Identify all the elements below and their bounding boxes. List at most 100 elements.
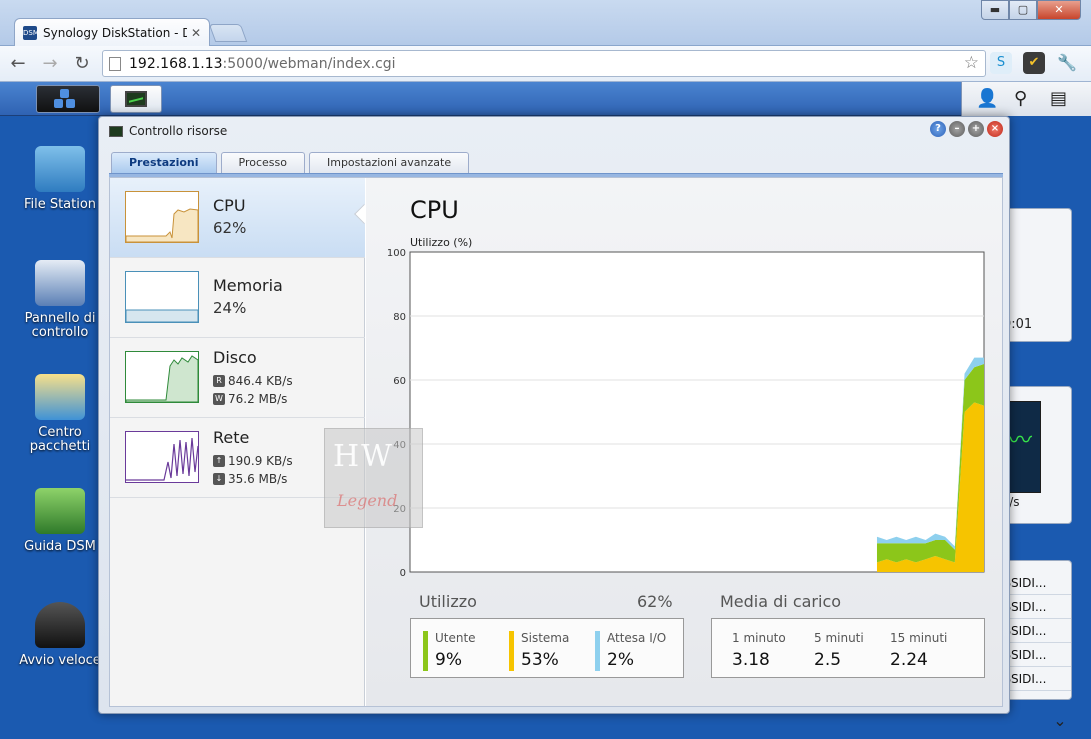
network-thumbnail-chart (125, 431, 199, 483)
desktop-icon-file-station[interactable]: File Station (8, 146, 112, 212)
window-title: Controllo risorse (129, 124, 228, 138)
maximize-icon[interactable]: + (968, 121, 984, 137)
load-15-label: 15 minuti (890, 631, 948, 645)
usage-heading: Utilizzo (419, 592, 477, 611)
browser-tab[interactable]: DSM Synology DiskStation - Dis ✕ (14, 18, 210, 46)
upload-arrow-icon: ↑ (213, 455, 225, 467)
dsm-taskbar-tray: 👤 ⚲ ▤ (961, 82, 1091, 116)
bookmark-star-icon[interactable]: ☆ (964, 53, 979, 73)
usage-breakdown-box: Utente 9% Sistema 53% Attesa I/O 2% (410, 618, 684, 678)
network-upload-value: 190.9 KB/s (228, 454, 293, 468)
read-badge-icon: R (213, 375, 225, 387)
url-host: 192.168.1.13 (129, 55, 223, 72)
sidebar-item-cpu[interactable]: CPU 62% (110, 178, 365, 258)
address-bar[interactable]: 192.168.1.13:5000/webman/index.cgi ☆ (102, 50, 986, 77)
search-icon[interactable]: ⚲ (1014, 88, 1027, 109)
attesa-io-label: Attesa I/O (607, 631, 667, 645)
oscilloscope-icon (1005, 401, 1041, 493)
load-15-value: 2.24 (890, 650, 928, 670)
y-tick-label: 80 (393, 312, 406, 323)
performance-panel: CPU 62% Memoria 24% Disco R 846.4 KB/s W… (109, 177, 1003, 707)
control-panel-icon (35, 260, 85, 306)
cpu-title: CPU (410, 196, 459, 224)
window-titlebar[interactable]: Controllo risorse (109, 122, 227, 140)
reload-icon[interactable]: ↻ (68, 50, 96, 78)
y-tick-label: 60 (393, 376, 406, 387)
main-menu-grid-icon (54, 99, 63, 108)
watermark-line2: Legend (337, 491, 398, 510)
resource-monitor-window: Controllo risorse ? – + × Prestazioni Pr… (98, 116, 1010, 714)
tab-processo[interactable]: Processo (220, 152, 305, 173)
sistema-color-bar (509, 631, 514, 671)
skype-extension-icon[interactable]: S (990, 52, 1012, 74)
window-tabs: Prestazioni Processo Impostazioni avanza… (111, 152, 470, 174)
usage-total: 62% (637, 592, 673, 611)
close-icon[interactable]: × (987, 121, 1003, 137)
tab-impostazioni-avanzate[interactable]: Impostazioni avanzate (308, 152, 470, 173)
cpu-usage-chart: Utilizzo (%)020406080100 (387, 236, 985, 579)
cpu-sparkline (126, 208, 198, 242)
forward-arrow-icon[interactable]: → (36, 50, 64, 78)
window-maximize-button[interactable]: ▢ (1009, 0, 1037, 20)
network-download: ↓ 35.6 MB/s (213, 472, 287, 486)
memory-value: 24% (213, 299, 247, 317)
tab-prestazioni[interactable]: Prestazioni (111, 152, 217, 174)
cpu-label: CPU (213, 196, 246, 215)
utente-value: 9% (435, 650, 462, 670)
sidebar-item-memoria[interactable]: Memoria 24% (110, 258, 365, 338)
folder-search-icon (35, 146, 85, 192)
cpu-thumbnail-chart (125, 191, 199, 243)
utente-label: Utente (435, 631, 476, 645)
memory-sparkline (126, 309, 198, 322)
resource-monitor-taskbar-button[interactable] (110, 85, 162, 113)
help-icon[interactable]: ? (930, 121, 946, 137)
utente-color-bar (423, 631, 428, 671)
extension-icon[interactable]: ✔ (1023, 52, 1045, 74)
clock-widget: 9:01 (1000, 208, 1072, 342)
desktop-icon-quick-start[interactable]: Avvio veloce (8, 602, 112, 668)
window-minimize-button[interactable]: ▬ (981, 0, 1009, 20)
network-upload: ↑ 190.9 KB/s (213, 454, 293, 468)
widget-row: BSIDI... (1001, 643, 1071, 667)
widgets-icon[interactable]: ▤ (1050, 88, 1067, 109)
browser-titlebar: DSM Synology DiskStation - Dis ✕ ▬ ▢ ✕ (0, 0, 1091, 46)
desktop-icon-package-center[interactable]: Centro pacchetti (8, 374, 112, 454)
watermark-logo: HW Legend (324, 428, 423, 528)
help-book-icon (35, 488, 85, 534)
y-tick-label: 100 (387, 248, 406, 259)
widget-row: BSIDI... (1001, 571, 1071, 595)
wrench-menu-icon[interactable]: 🔧 (1056, 52, 1078, 74)
load-1-value: 3.18 (732, 650, 770, 670)
load-heading: Media di carico (720, 592, 842, 611)
back-arrow-icon[interactable]: ← (4, 50, 32, 78)
sidebar-item-disco[interactable]: Disco R 846.4 KB/s W 76.2 MB/s (110, 338, 365, 418)
load-1-label: 1 minuto (732, 631, 786, 645)
main-menu-grid-icon (66, 99, 75, 108)
disk-sparkline (126, 355, 198, 402)
memory-label: Memoria (213, 276, 283, 295)
minimize-icon[interactable]: – (949, 121, 965, 137)
tab-close-icon[interactable]: ✕ (191, 26, 201, 40)
window-close-button[interactable]: ✕ (1037, 0, 1081, 20)
connections-widget: BSIDI... BSIDI... BSIDI... BSIDI... BSID… (1000, 560, 1072, 700)
network-label: Rete (213, 428, 250, 447)
new-tab-button[interactable] (208, 24, 248, 42)
attesa-io-value: 2% (607, 650, 634, 670)
download-arrow-icon: ↓ (213, 473, 225, 485)
magic-hat-icon (35, 602, 85, 648)
network-download-value: 35.6 MB/s (228, 472, 288, 486)
disk-read-value: 846.4 KB/s (228, 374, 293, 388)
memory-thumbnail-chart (125, 271, 199, 323)
plot-area (409, 251, 985, 573)
desktop-icon-control-panel[interactable]: Pannello di controllo (8, 260, 112, 340)
desktop-icon-dsm-help[interactable]: Guida DSM (8, 488, 112, 554)
main-menu-button[interactable] (36, 85, 100, 113)
disk-thumbnail-chart (125, 351, 199, 403)
chevron-down-icon[interactable]: ⌄ (1040, 711, 1080, 731)
write-badge-icon: W (213, 393, 225, 405)
sistema-label: Sistema (521, 631, 570, 645)
user-icon[interactable]: 👤 (976, 88, 998, 109)
y-axis-label: Utilizzo (%) (410, 236, 472, 249)
resource-monitor-icon (125, 91, 147, 107)
dsm-taskbar: 👤 ⚲ ▤ (0, 82, 1091, 116)
